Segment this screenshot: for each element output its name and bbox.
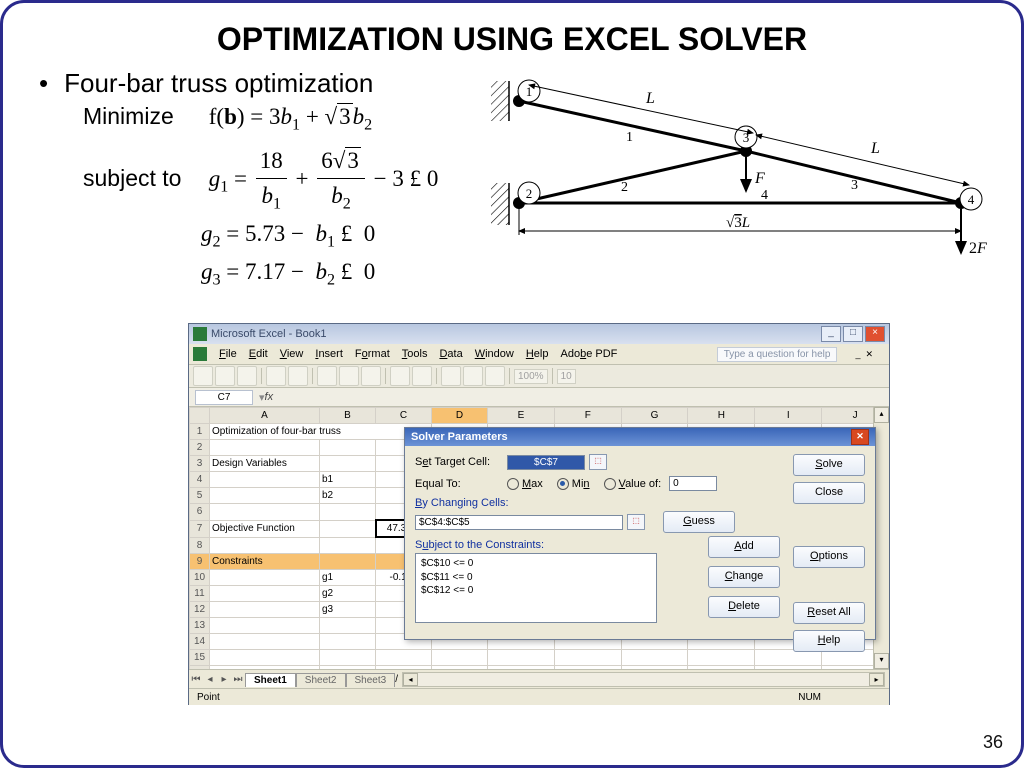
- changing-cells-input[interactable]: [415, 515, 623, 530]
- svg-text:2: 2: [621, 180, 628, 195]
- svg-text:L: L: [870, 140, 880, 157]
- fx-icon[interactable]: fx: [265, 391, 274, 403]
- radio-max[interactable]: [507, 478, 519, 490]
- tool-sum[interactable]: [441, 366, 461, 386]
- truss-diagram: 1 2 3 4 1 2 3 4 L L √3L F 2F: [471, 73, 991, 273]
- menu-insert[interactable]: Insert: [315, 348, 343, 360]
- svg-text:1: 1: [626, 130, 633, 145]
- sheet-nav-prev[interactable]: ◂: [203, 674, 217, 685]
- excel-menubar: File Edit View Insert Format Tools Data …: [189, 344, 889, 365]
- menu-tools[interactable]: Tools: [402, 348, 428, 360]
- workbook-icon: [193, 347, 207, 361]
- menu-format[interactable]: Format: [355, 348, 390, 360]
- options-button[interactable]: Options: [793, 546, 865, 568]
- pick-changing-icon[interactable]: ⬚: [627, 514, 645, 530]
- tool-save[interactable]: [237, 366, 257, 386]
- menu-data[interactable]: Data: [439, 348, 462, 360]
- tool-cut[interactable]: [317, 366, 337, 386]
- tool-preview[interactable]: [288, 366, 308, 386]
- tool-sort[interactable]: [463, 366, 483, 386]
- svg-text:4: 4: [761, 188, 768, 203]
- sheet-nav-last[interactable]: ⏭: [231, 674, 245, 685]
- reset-button[interactable]: Reset All: [793, 602, 865, 624]
- svg-text:1: 1: [526, 84, 533, 99]
- menu-help[interactable]: Help: [526, 348, 549, 360]
- maximize-button[interactable]: □: [843, 326, 863, 342]
- tool-new[interactable]: [193, 366, 213, 386]
- status-num: NUM: [798, 692, 821, 703]
- label-equalto: Equal To:: [415, 478, 507, 490]
- solver-close-icon[interactable]: ✕: [851, 429, 869, 445]
- tool-open[interactable]: [215, 366, 235, 386]
- constraints-list[interactable]: $C$10 <= 0 $C$11 <= 0 $C$12 <= 0: [415, 553, 657, 623]
- svg-text:L: L: [645, 90, 655, 107]
- sheet-nav-next[interactable]: ▸: [217, 674, 231, 685]
- delete-button[interactable]: Delete: [708, 596, 780, 618]
- excel-toolbar: 100% 10: [189, 365, 889, 388]
- tool-print[interactable]: [266, 366, 286, 386]
- subject-label: subject to: [83, 161, 203, 196]
- status-mode: Point: [197, 692, 220, 703]
- radio-min[interactable]: [557, 478, 569, 490]
- target-cell-input[interactable]: [507, 455, 585, 470]
- tool-paste[interactable]: [361, 366, 381, 386]
- tab-sheet2[interactable]: Sheet2: [296, 673, 346, 687]
- menu-adobe[interactable]: Adobe PDF: [560, 348, 617, 360]
- close-button[interactable]: ×: [865, 326, 885, 342]
- name-box[interactable]: C7: [195, 390, 253, 405]
- sheet-tabs: ⏮ ◂ ▸ ⏭ Sheet1 Sheet2 Sheet3 /: [189, 669, 889, 688]
- minimize-label: Minimize: [83, 99, 203, 134]
- g1-tail: − 3 £ 0: [374, 166, 439, 191]
- radio-value[interactable]: [604, 478, 616, 490]
- sheet-nav-first[interactable]: ⏮: [189, 674, 203, 685]
- help-button[interactable]: Help: [793, 630, 865, 652]
- menu-view[interactable]: View: [280, 348, 304, 360]
- tab-sheet3[interactable]: Sheet3: [346, 673, 396, 687]
- page-number: 36: [983, 732, 1003, 753]
- guess-button[interactable]: Guess: [663, 511, 735, 533]
- menu-edit[interactable]: Edit: [249, 348, 268, 360]
- tool-copy[interactable]: [339, 366, 359, 386]
- tool-chart[interactable]: [485, 366, 505, 386]
- svg-text:2: 2: [526, 186, 533, 201]
- zoom-box[interactable]: 100%: [514, 369, 548, 384]
- close-button[interactable]: Close: [793, 482, 865, 504]
- change-button[interactable]: Change: [708, 566, 780, 588]
- solve-button[interactable]: Solve: [793, 454, 865, 476]
- fontsize-box[interactable]: 10: [557, 369, 576, 384]
- excel-icon: [193, 327, 207, 341]
- svg-text:√3L: √3L: [726, 215, 750, 231]
- tab-sheet1[interactable]: Sheet1: [245, 673, 296, 687]
- menu-file[interactable]: File: [219, 348, 237, 360]
- excel-window: Microsoft Excel - Book1 _ □ × File Edit …: [188, 323, 890, 705]
- minimize-button[interactable]: _: [821, 326, 841, 342]
- label-target: Set Target Cell:: [415, 456, 507, 468]
- add-button[interactable]: Add: [708, 536, 780, 558]
- slide: OPTIMIZATION USING EXCEL SOLVER Four-bar…: [0, 0, 1024, 768]
- svg-text:3: 3: [851, 178, 858, 193]
- horizontal-scrollbar[interactable]: [402, 672, 885, 687]
- valueof-input[interactable]: [669, 476, 717, 491]
- tool-redo[interactable]: [412, 366, 432, 386]
- slide-title: OPTIMIZATION USING EXCEL SOLVER: [3, 21, 1021, 58]
- status-bar: Point NUM: [189, 688, 889, 705]
- svg-text:4: 4: [968, 192, 975, 207]
- svg-text:2F: 2F: [969, 240, 987, 257]
- solver-dialog: Solver Parameters ✕ Set Target Cell: ⬚ E…: [404, 427, 876, 640]
- formula-bar: C7 ▾ fx: [189, 388, 889, 407]
- menu-window[interactable]: Window: [475, 348, 514, 360]
- spreadsheet-grid[interactable]: ABCDEFGHIJ 1Optimization of four-bar tru…: [189, 407, 889, 669]
- excel-titlebar: Microsoft Excel - Book1 _ □ ×: [189, 324, 889, 344]
- excel-title: Microsoft Excel - Book1: [211, 328, 819, 340]
- tool-undo[interactable]: [390, 366, 410, 386]
- solver-title: Solver Parameters: [411, 431, 508, 443]
- pick-target-icon[interactable]: ⬚: [589, 454, 607, 470]
- svg-text:F: F: [754, 170, 765, 187]
- solver-titlebar: Solver Parameters ✕: [405, 428, 875, 446]
- help-search[interactable]: Type a question for help: [717, 347, 838, 362]
